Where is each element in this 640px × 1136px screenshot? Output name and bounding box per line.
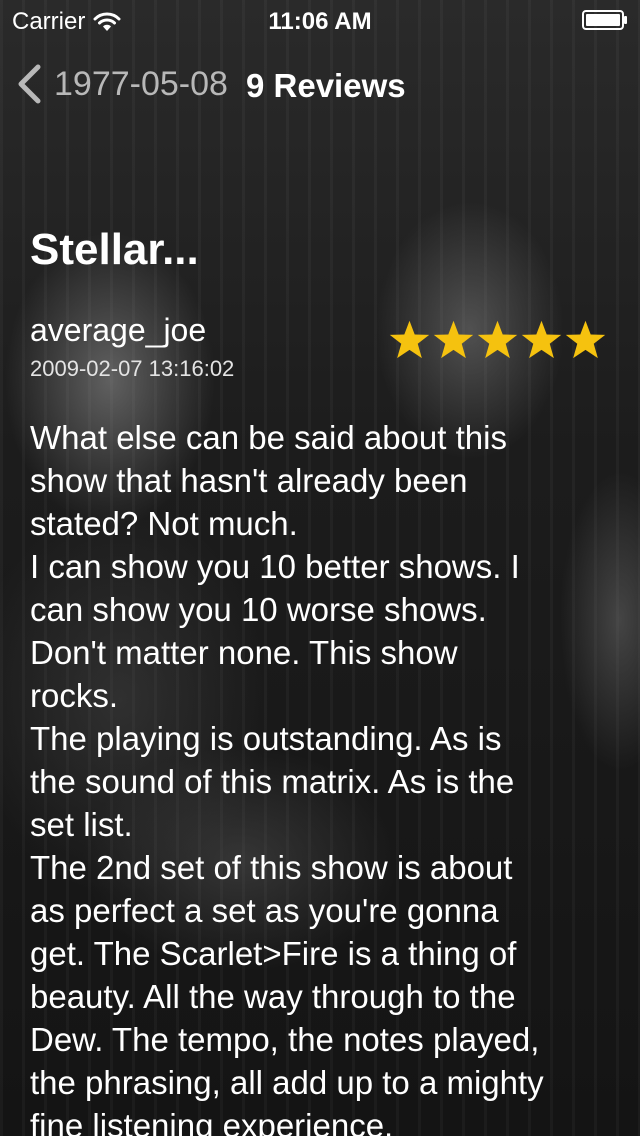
star-rating [387,318,607,361]
star-icon [521,320,562,359]
nav-title: 9 Reviews [246,67,406,104]
star-icon [565,320,606,359]
review-body: What else can be said about this show th… [30,419,544,1136]
star-icon [389,320,430,359]
back-button[interactable]: 1977-05-08 [16,64,228,104]
star-icon [433,320,474,359]
review-card: Stellar... average_joe 2009-02-07 13:16:… [30,220,615,1136]
star-icon [477,320,518,359]
review-meta: average_joe 2009-02-07 13:16:02 [30,312,615,386]
chevron-left-icon [18,64,41,104]
battery-icon [582,10,627,30]
review-title: Stellar... [30,225,199,274]
review-date: 2009-02-07 13:16:02 [30,356,235,381]
status-bar: Carrier 11:06 AM [0,0,640,40]
review-author: average_joe [30,312,207,348]
status-time: 11:06 AM [268,8,372,35]
back-button-label: 1977-05-08 [54,64,228,103]
navigation-bar: 1977-05-08 9 Reviews [0,40,640,128]
